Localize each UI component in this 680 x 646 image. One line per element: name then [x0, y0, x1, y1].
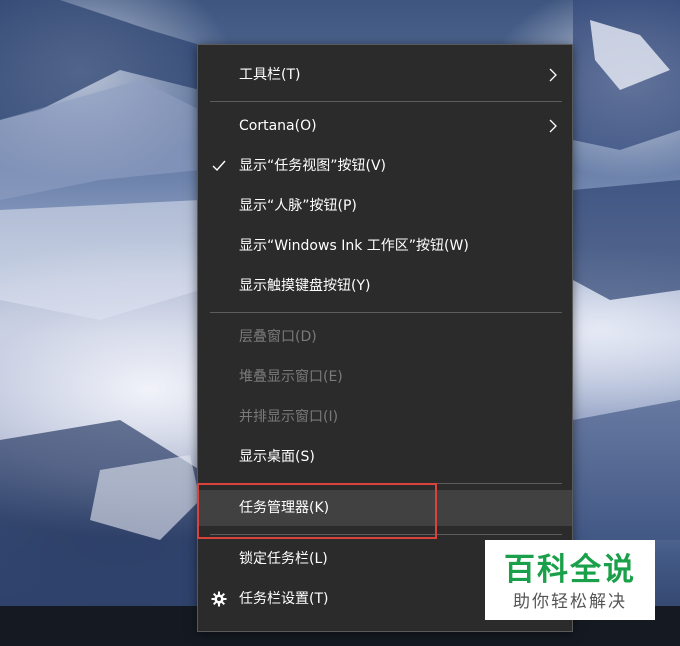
menu-item-label: Cortana(O) [239, 118, 317, 134]
menu-item-show-windows-ink-button[interactable]: 显示“Windows Ink 工作区”按钮(W) [198, 228, 572, 264]
menu-item-side-by-side-windows: 并排显示窗口(I) [198, 399, 572, 435]
menu-item-stack-windows: 堆叠显示窗口(E) [198, 359, 572, 395]
menu-item-label: 锁定任务栏(L) [239, 551, 328, 567]
menu-item-label: 显示“Windows Ink 工作区”按钮(W) [239, 238, 469, 254]
watermark-title: 百科全说 [504, 552, 636, 588]
menu-separator [210, 312, 562, 313]
menu-item-label: 堆叠显示窗口(E) [239, 369, 343, 385]
menu-item-label: 显示“人脉”按钮(P) [239, 198, 357, 214]
menu-item-label: 显示“任务视图”按钮(V) [239, 158, 387, 174]
watermark-logo: 百科全说 助你轻松解决 [485, 540, 655, 620]
menu-item-label: 显示桌面(S) [239, 449, 315, 465]
menu-item-label: 并排显示窗口(I) [239, 409, 339, 425]
menu-separator [210, 534, 562, 535]
menu-item-show-touch-keyboard-button[interactable]: 显示触摸键盘按钮(Y) [198, 268, 572, 304]
chevron-right-icon [549, 119, 557, 133]
menu-item-cascade-windows: 层叠窗口(D) [198, 319, 572, 355]
menu-item-show-people-button[interactable]: 显示“人脉”按钮(P) [198, 188, 572, 224]
watermark-subtitle: 助你轻松解决 [513, 592, 627, 612]
menu-separator [210, 101, 562, 102]
menu-item-show-task-view-button[interactable]: 显示“任务视图”按钮(V) [198, 148, 572, 184]
menu-item-task-manager[interactable]: 任务管理器(K) [198, 490, 572, 526]
checkmark-icon [212, 160, 226, 172]
menu-item-show-desktop[interactable]: 显示桌面(S) [198, 439, 572, 475]
menu-item-label: 任务栏设置(T) [239, 591, 329, 607]
menu-item-label: 工具栏(T) [239, 67, 301, 83]
menu-item-label: 显示触摸键盘按钮(Y) [239, 278, 371, 294]
chevron-right-icon [549, 68, 557, 82]
menu-item-cortana[interactable]: Cortana(O) [198, 108, 572, 144]
menu-item-toolbars[interactable]: 工具栏(T) [198, 57, 572, 93]
menu-separator [210, 483, 562, 484]
gear-icon [211, 591, 227, 607]
menu-item-label: 任务管理器(K) [239, 500, 330, 516]
menu-item-label: 层叠窗口(D) [239, 329, 317, 345]
